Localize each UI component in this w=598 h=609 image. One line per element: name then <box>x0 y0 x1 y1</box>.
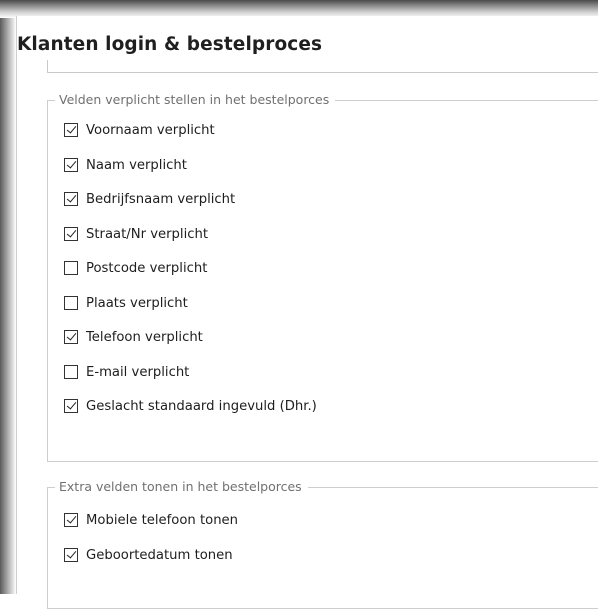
checkbox-box[interactable] <box>64 365 78 379</box>
checkbox-geslacht[interactable]: Geslacht standaard ingevuld (Dhr.) <box>64 397 317 415</box>
required-fields-legend: Velden verplicht stellen in het bestelpo… <box>55 92 336 107</box>
checkbox-box[interactable] <box>64 330 78 344</box>
checkbox-bedrijfsnaam[interactable]: Bedrijfsnaam verplicht <box>64 190 235 208</box>
checkbox-label: Geslacht standaard ingevuld (Dhr.) <box>86 398 317 414</box>
checkbox-box[interactable] <box>64 227 78 241</box>
extra-fields-legend: Extra velden tonen in het bestelporces <box>55 479 308 494</box>
checkbox-straat[interactable]: Straat/Nr verplicht <box>64 225 208 243</box>
checkbox-box[interactable] <box>64 123 78 137</box>
checkbox-box[interactable] <box>64 192 78 206</box>
checkbox-geboortedatum[interactable]: Geboortedatum tonen <box>64 546 233 564</box>
checkbox-naam[interactable]: Naam verplicht <box>64 156 187 174</box>
checkbox-mobiele-telefoon[interactable]: Mobiele telefoon tonen <box>64 511 238 529</box>
checkbox-label: Telefoon verplicht <box>86 329 203 345</box>
checkbox-box[interactable] <box>64 296 78 310</box>
checkbox-telefoon[interactable]: Telefoon verplicht <box>64 328 203 346</box>
checkbox-postcode[interactable]: Postcode verplicht <box>64 259 207 277</box>
collapsed-group-border <box>47 60 598 73</box>
checkbox-label: Geboortedatum tonen <box>86 547 233 563</box>
checkbox-box[interactable] <box>64 548 78 562</box>
checkbox-label: Naam verplicht <box>86 157 187 173</box>
checkbox-box[interactable] <box>64 261 78 275</box>
checkbox-plaats[interactable]: Plaats verplicht <box>64 294 188 312</box>
checkbox-label: Straat/Nr verplicht <box>86 226 209 242</box>
checkbox-label: Postcode verplicht <box>86 260 208 276</box>
checkbox-box[interactable] <box>64 399 78 413</box>
checkbox-box[interactable] <box>64 158 78 172</box>
checkbox-label: Bedrijfsnaam verplicht <box>86 191 236 207</box>
checkbox-label: Plaats verplicht <box>86 295 188 311</box>
checkbox-email[interactable]: E-mail verplicht <box>64 363 189 381</box>
checkbox-voornaam[interactable]: Voornaam verplicht <box>64 121 215 139</box>
checkbox-label: E-mail verplicht <box>86 364 190 380</box>
checkbox-label: Voornaam verplicht <box>86 122 215 138</box>
checkbox-box[interactable] <box>64 513 78 527</box>
checkbox-label: Mobiele telefoon tonen <box>86 512 239 528</box>
page-title: Klanten login & bestelproces <box>17 34 323 55</box>
